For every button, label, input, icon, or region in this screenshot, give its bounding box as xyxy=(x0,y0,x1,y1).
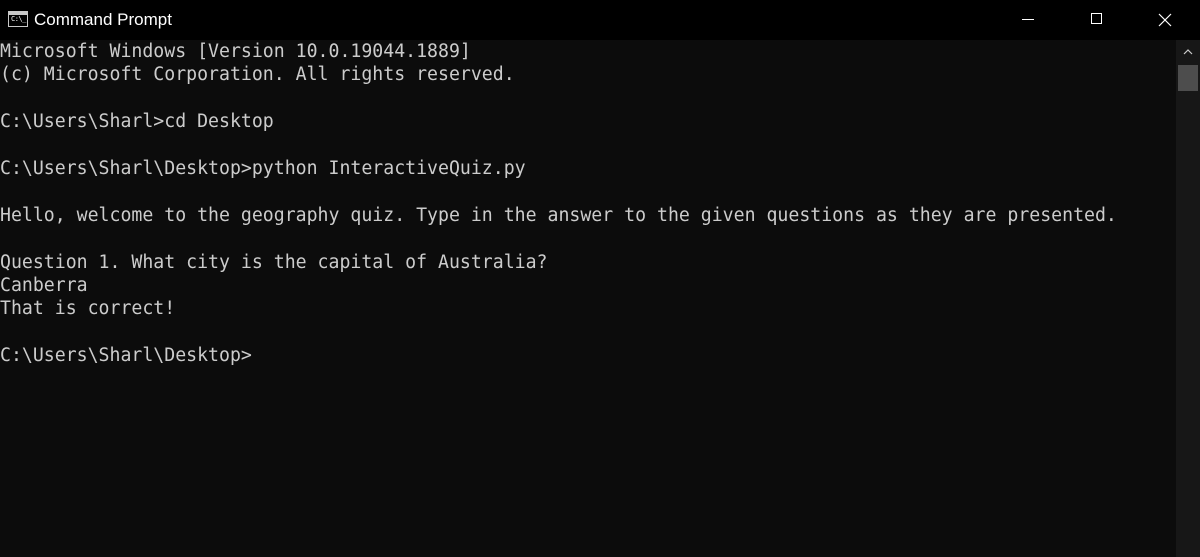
close-icon xyxy=(1158,13,1172,27)
console-line: Hello, welcome to the geography quiz. Ty… xyxy=(0,205,1117,226)
minimize-icon xyxy=(1022,19,1034,20)
console-line: C:\Users\Sharl>cd Desktop xyxy=(0,111,274,132)
scroll-thumb[interactable] xyxy=(1178,65,1198,91)
command-prompt-window: C:\_ Command Prompt Microsoft Windows [V… xyxy=(0,0,1200,557)
vertical-scrollbar[interactable] xyxy=(1176,40,1200,557)
command-prompt-icon[interactable]: C:\_ xyxy=(8,11,28,27)
minimize-button[interactable] xyxy=(1005,0,1051,40)
maximize-icon xyxy=(1091,13,1102,24)
title-bar[interactable]: C:\_ Command Prompt xyxy=(0,0,1200,40)
maximize-button[interactable] xyxy=(1074,0,1120,40)
console-line: Canberra xyxy=(0,275,88,296)
console-line: (c) Microsoft Corporation. All rights re… xyxy=(0,64,515,85)
console-prompt: C:\Users\Sharl\Desktop> xyxy=(0,345,252,366)
console-line: Microsoft Windows [Version 10.0.19044.18… xyxy=(0,41,471,62)
console-output[interactable]: Microsoft Windows [Version 10.0.19044.18… xyxy=(0,40,1176,557)
scroll-up-button[interactable] xyxy=(1176,40,1200,64)
close-button[interactable] xyxy=(1142,0,1188,40)
window-title: Command Prompt xyxy=(34,10,172,29)
console-line: That is correct! xyxy=(0,298,176,319)
console-line: C:\Users\Sharl\Desktop>python Interactiv… xyxy=(0,158,526,179)
console-line: Question 1. What city is the capital of … xyxy=(0,252,548,273)
chevron-up-icon xyxy=(1183,49,1193,55)
